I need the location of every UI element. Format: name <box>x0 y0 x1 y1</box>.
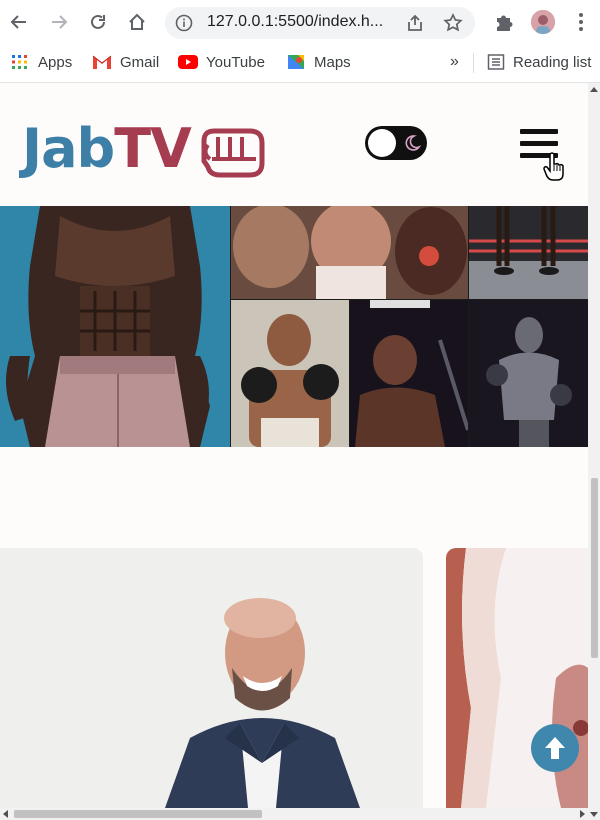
boxer-torso-image <box>0 206 230 447</box>
arrow-right-icon <box>52 15 68 29</box>
menu-bar <box>520 129 558 134</box>
hero-image-boxer-torso <box>0 206 230 447</box>
maps-icon <box>288 55 304 69</box>
boxing-ring-image <box>469 206 588 299</box>
bookmark-youtube[interactable]: YouTube <box>178 52 265 72</box>
bookmarks-bar: Apps Gmail YouTube Maps » Reading list <box>0 44 600 83</box>
hand-pointer-cursor-icon <box>543 152 564 181</box>
vertical-scrollbar[interactable] <box>588 83 600 808</box>
info-icon[interactable] <box>175 14 193 32</box>
hero-image-classic-boxer <box>231 300 349 447</box>
boxing-glove-icon <box>201 128 265 178</box>
reading-list-button[interactable]: Reading list <box>487 52 591 72</box>
arrow-up-icon <box>545 737 565 759</box>
browser-toolbar: 127.0.0.1:5500/index.h... <box>0 0 600 44</box>
back-button[interactable] <box>7 10 31 34</box>
scroll-left-arrow-icon[interactable] <box>2 810 10 818</box>
youtube-icon <box>178 55 198 69</box>
star-icon[interactable] <box>443 13 463 33</box>
reload-button[interactable] <box>86 10 110 34</box>
laughing-man-image <box>0 548 423 808</box>
hero-image-dark-boxer <box>350 300 468 447</box>
url-text[interactable]: 127.0.0.1:5500/index.h... <box>207 13 383 31</box>
reading-list-label: Reading list <box>513 53 592 71</box>
profile-avatar[interactable] <box>531 10 555 34</box>
scroll-up-arrow-icon[interactable] <box>590 86 598 94</box>
sparring-image <box>469 300 588 447</box>
hero-image-ring <box>469 206 588 299</box>
bookmark-label: Gmail <box>120 53 160 71</box>
bookmark-label: Apps <box>38 53 73 71</box>
bookmark-gmail[interactable]: Gmail <box>92 52 159 72</box>
extensions-puzzle-icon[interactable] <box>493 11 515 33</box>
hero-collage <box>0 206 588 447</box>
arrow-left-icon <box>10 15 26 29</box>
dark-boxer-image <box>350 300 468 447</box>
reload-icon <box>91 14 105 29</box>
bookmarks-overflow-button[interactable]: » <box>450 52 459 72</box>
bookmark-divider <box>473 53 474 73</box>
reading-list-icon <box>487 54 505 70</box>
scroll-to-top-button[interactable] <box>531 724 579 772</box>
logo-text-jab: Jab <box>22 117 115 180</box>
hero-image-faceoff <box>231 206 468 299</box>
horizontal-scrollbar-thumb[interactable] <box>14 810 262 818</box>
home-button[interactable] <box>125 10 149 34</box>
toggle-knob <box>368 129 396 157</box>
hero-image-sparring <box>469 300 588 447</box>
forward-button[interactable] <box>47 10 71 34</box>
logo-text-tv: TV <box>114 117 192 180</box>
menu-bar <box>520 141 558 146</box>
faceoff-image <box>231 206 468 299</box>
moon-icon <box>405 135 421 151</box>
site-logo[interactable]: JabTV <box>22 117 192 180</box>
home-icon <box>129 13 145 30</box>
bookmark-label: YouTube <box>206 53 265 71</box>
bookmark-label: Maps <box>314 53 351 71</box>
apps-grid-icon <box>12 55 27 69</box>
avatar-icon <box>531 10 555 34</box>
share-icon[interactable] <box>405 13 425 33</box>
vertical-scrollbar-thumb[interactable] <box>591 478 598 658</box>
address-bar[interactable]: 127.0.0.1:5500/index.h... <box>165 7 475 39</box>
scroll-down-arrow-icon[interactable] <box>590 810 598 818</box>
bookmark-apps[interactable]: Apps <box>10 52 72 72</box>
site-header: JabTV <box>0 83 600 206</box>
theme-toggle[interactable] <box>365 126 427 160</box>
chevron-double-right-icon: » <box>450 53 459 70</box>
classic-boxer-image <box>231 300 349 447</box>
gmail-icon <box>92 55 112 69</box>
browser-menu-icon[interactable] <box>574 10 588 34</box>
featured-card[interactable] <box>0 548 423 808</box>
bookmark-maps[interactable]: Maps <box>286 52 351 72</box>
scroll-right-arrow-icon[interactable] <box>578 810 586 818</box>
